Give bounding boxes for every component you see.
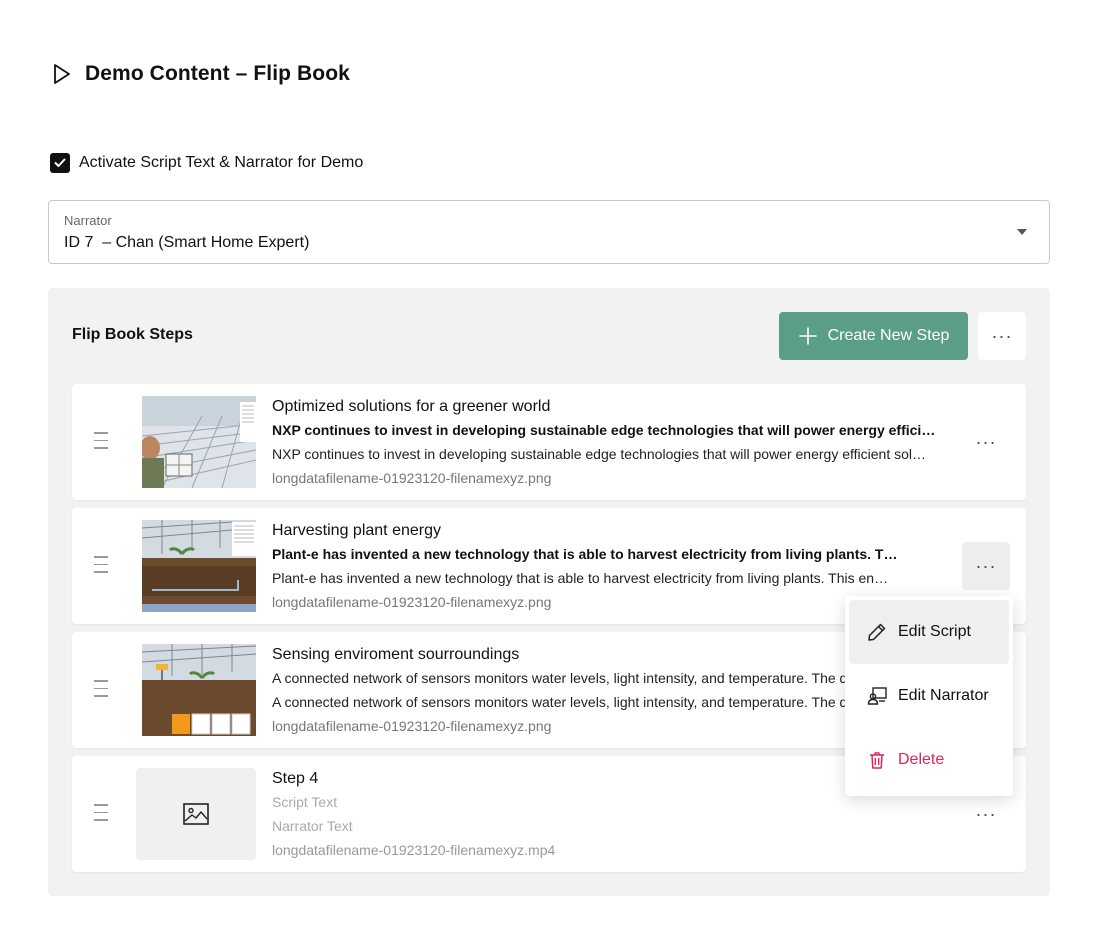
create-new-step-label: Create New Step bbox=[827, 327, 950, 344]
step-title: Sensing enviroment sourroundings bbox=[272, 646, 520, 663]
page-title: Demo Content – Flip Book bbox=[85, 62, 350, 85]
step-thumbnail-3 bbox=[142, 644, 256, 736]
step-more-button[interactable]: ··· bbox=[962, 790, 1010, 838]
checkmark-icon bbox=[54, 158, 66, 167]
step-more-button[interactable]: ··· bbox=[962, 418, 1010, 466]
narrator-icon bbox=[867, 687, 887, 705]
trash-icon bbox=[870, 752, 884, 769]
step-thumbnail-1 bbox=[142, 396, 256, 488]
narrator-select[interactable]: Narrator ID 7 – Chan (Smart Home Expert) bbox=[48, 200, 1050, 264]
menu-item-delete[interactable]: Delete bbox=[849, 728, 1009, 792]
menu-item-label: Edit Script bbox=[898, 623, 971, 640]
menu-item-edit-narrator[interactable]: Edit Narrator bbox=[849, 664, 1009, 728]
step-thumbnail-2 bbox=[142, 520, 256, 612]
menu-item-edit-script[interactable]: Edit Script bbox=[849, 600, 1009, 664]
step-filename: longdatafilename-01923120-filenamexyz.pn… bbox=[272, 718, 552, 734]
panel-more-options-button[interactable]: ··· bbox=[978, 312, 1026, 360]
step-card-1[interactable]: Optimized solutions for a greener world … bbox=[72, 384, 1026, 500]
step-more-button[interactable]: ··· bbox=[962, 542, 1010, 590]
create-new-step-button[interactable]: Create New Step bbox=[779, 312, 968, 360]
drag-handle-icon[interactable] bbox=[94, 804, 108, 827]
step-narrator-text: A connected network of sensors monitors … bbox=[272, 694, 845, 710]
step-context-menu: Edit Script Edit Narrator Delete bbox=[845, 596, 1013, 796]
step-title: Optimized solutions for a greener world bbox=[272, 398, 551, 415]
step-narrator-text: Plant-e has invented a new technology th… bbox=[272, 570, 892, 586]
step-title: Harvesting plant energy bbox=[272, 522, 441, 539]
step-script-text: A connected network of sensors monitors … bbox=[272, 670, 845, 686]
drag-handle-icon[interactable] bbox=[94, 432, 108, 455]
step-filename: longdatafilename-01923120-filenamexyz.mp… bbox=[272, 842, 556, 858]
step-narrator-text: Narrator Text bbox=[272, 818, 353, 834]
image-placeholder[interactable] bbox=[136, 768, 256, 860]
step-narrator-text: NXP continues to invest in developing su… bbox=[272, 446, 926, 462]
step-script-text: Plant-e has invented a new technology th… bbox=[272, 546, 906, 562]
page-header: Demo Content – Flip Book bbox=[52, 62, 350, 86]
drag-handle-icon[interactable] bbox=[94, 680, 108, 703]
activate-script-narrator-toggle[interactable]: Activate Script Text & Narrator for Demo bbox=[50, 153, 363, 173]
narrator-selected-value: ID 7 – Chan (Smart Home Expert) bbox=[64, 234, 310, 251]
menu-item-label: Delete bbox=[898, 751, 945, 768]
plus-icon bbox=[798, 327, 817, 345]
activate-checkbox[interactable] bbox=[50, 153, 70, 173]
menu-item-label: Edit Narrator bbox=[898, 687, 989, 704]
steps-panel-title: Flip Book Steps bbox=[72, 326, 193, 343]
step-filename: longdatafilename-01923120-filenamexyz.pn… bbox=[272, 470, 552, 486]
play-outline-icon[interactable] bbox=[52, 63, 72, 85]
image-icon bbox=[183, 803, 209, 825]
drag-handle-icon[interactable] bbox=[94, 556, 108, 579]
step-script-text: NXP continues to invest in developing su… bbox=[272, 422, 938, 438]
caret-down-icon[interactable] bbox=[1017, 229, 1027, 235]
pencil-icon bbox=[868, 623, 886, 641]
flip-book-steps-panel: Flip Book Steps Create New Step ··· Opti… bbox=[48, 288, 1050, 896]
narrator-field-label: Narrator bbox=[64, 213, 112, 228]
activate-label: Activate Script Text & Narrator for Demo bbox=[79, 154, 364, 171]
